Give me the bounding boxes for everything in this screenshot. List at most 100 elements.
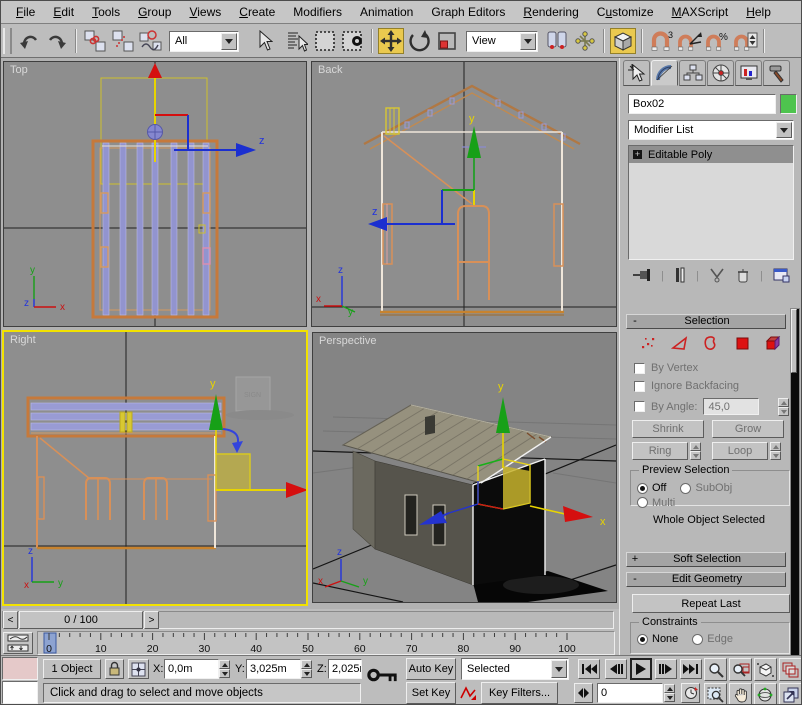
percent-snap-button[interactable]: % — [704, 28, 730, 54]
select-by-name-button[interactable] — [284, 28, 310, 54]
pin-stack-button[interactable] — [632, 267, 652, 286]
tab-motion[interactable] — [707, 60, 734, 86]
edit-geometry-collapse-sign[interactable]: - — [627, 573, 643, 586]
open-mini-curve-editor-button[interactable] — [3, 632, 33, 654]
ignore-backfacing-checkbox[interactable] — [634, 381, 645, 392]
select-and-manipulate-button[interactable] — [572, 28, 598, 54]
key-mode-toggle-button[interactable] — [574, 683, 593, 703]
select-and-link-button[interactable] — [82, 28, 108, 54]
right-viewport-canvas[interactable]: SIGN — [4, 332, 306, 604]
top-viewport-canvas[interactable]: z y z x — [4, 62, 306, 326]
object-color-swatch[interactable] — [780, 94, 797, 114]
x-coordinate-field[interactable]: 0,0m — [164, 659, 219, 679]
ring-button[interactable]: Ring — [632, 442, 688, 460]
x-spinner[interactable] — [219, 660, 230, 678]
border-subobject-button[interactable] — [703, 336, 719, 354]
next-frame-slider-button[interactable]: > — [144, 611, 159, 629]
selected-filter-dropdown[interactable]: Selected — [461, 658, 569, 680]
stack-expand-icon[interactable] — [633, 150, 642, 159]
selection-collapse-sign[interactable]: - — [627, 315, 643, 328]
set-key-button[interactable]: Set Key — [406, 682, 456, 704]
selected-filter-arrow[interactable] — [551, 660, 567, 678]
make-unique-button[interactable] — [708, 267, 726, 286]
go-to-start-button[interactable] — [578, 659, 600, 679]
reference-coordinate-arrow[interactable] — [520, 33, 536, 50]
menu-graph-editors[interactable]: Graph Editors — [422, 1, 514, 24]
preview-option-subobj[interactable]: SubObj — [680, 482, 732, 494]
time-slider-handle[interactable]: 0 / 100 — [19, 611, 143, 629]
top-viewport[interactable]: z y z x Top — [3, 61, 307, 327]
snaps-toggle-button[interactable]: 3 — [648, 28, 674, 54]
back-viewport-canvas[interactable]: z y z x y — [312, 62, 616, 326]
select-and-rotate-button[interactable] — [406, 28, 432, 54]
maxscript-mini-listener-white[interactable] — [2, 681, 38, 704]
polygon-subobject-button[interactable] — [735, 336, 750, 354]
tab-display[interactable] — [735, 60, 762, 86]
perspective-viewport-canvas[interactable]: y x z x y — [313, 333, 616, 602]
modifier-list-arrow[interactable] — [776, 122, 792, 138]
spinner-snap-button[interactable] — [732, 28, 758, 54]
soft-selection-collapse-sign[interactable]: + — [627, 553, 643, 566]
loop-spinner[interactable] — [770, 442, 781, 460]
min-max-toggle-button[interactable] — [779, 683, 802, 705]
panel-scrollbar-thumb[interactable] — [791, 309, 797, 373]
remove-modifier-button[interactable] — [735, 267, 751, 286]
selection-lock-toggle[interactable] — [105, 659, 124, 679]
arc-rotate-button[interactable] — [754, 683, 777, 705]
time-configuration-button[interactable] — [681, 683, 700, 703]
unlink-selection-button[interactable] — [110, 28, 136, 54]
preview-radio-multi[interactable] — [637, 497, 648, 508]
back-viewport[interactable]: z y z x y Back — [311, 61, 617, 327]
menu-maxscript[interactable]: MAXScript — [663, 1, 738, 24]
by-angle-spinner[interactable] — [778, 398, 789, 416]
stack-item-editable-poly[interactable]: Editable Poly — [629, 146, 793, 163]
play-animation-button[interactable] — [630, 658, 652, 680]
zoom-extents-button[interactable] — [754, 658, 777, 681]
modifier-list-dropdown[interactable]: Modifier List — [628, 120, 794, 140]
zoom-extents-all-button[interactable] — [779, 658, 802, 681]
menu-views[interactable]: Views — [180, 1, 230, 24]
grow-button[interactable]: Grow — [712, 420, 784, 438]
menu-edit[interactable]: Edit — [44, 1, 83, 24]
constraint-radio-edge[interactable] — [692, 634, 703, 645]
constraint-option-none[interactable]: None — [637, 633, 678, 645]
menu-customize[interactable]: Customize — [588, 1, 663, 24]
element-subobject-button[interactable] — [765, 336, 782, 354]
perspective-viewport[interactable]: y x z x y Perspective — [312, 332, 617, 603]
constraint-option-edge[interactable]: Edge — [692, 633, 733, 645]
previous-frame-slider-button[interactable]: < — [3, 611, 18, 629]
right-viewport-label[interactable]: Right — [10, 334, 36, 346]
angle-snap-button[interactable] — [676, 28, 702, 54]
tab-create[interactable] — [623, 60, 650, 86]
panel-scrollbar[interactable] — [790, 308, 800, 657]
key-filters-button[interactable]: Key Filters... — [481, 682, 558, 704]
selection-rollout-header[interactable]: - Selection — [626, 314, 786, 329]
select-and-scale-button[interactable] — [434, 28, 460, 54]
constraint-radio-none[interactable] — [637, 634, 648, 645]
shrink-button[interactable]: Shrink — [632, 420, 704, 438]
tab-modify[interactable] — [651, 60, 678, 86]
ring-spinner[interactable] — [690, 442, 701, 460]
keyboard-shortcut-override-button[interactable] — [610, 28, 636, 54]
auto-key-button[interactable]: Auto Key — [406, 658, 456, 680]
by-angle-field[interactable]: 45,0 — [703, 398, 759, 415]
z-coordinate-field[interactable]: 2,025m — [328, 659, 362, 679]
y-coordinate-field[interactable]: 3,025m — [246, 659, 301, 679]
pan-view-button[interactable] — [729, 683, 752, 705]
toolbar-grip[interactable] — [3, 28, 12, 54]
modifier-stack-list[interactable]: Editable Poly — [628, 145, 794, 260]
redo-button[interactable] — [44, 28, 70, 54]
top-viewport-label[interactable]: Top — [10, 64, 28, 76]
by-angle-checkbox[interactable] — [634, 401, 645, 412]
menu-animation[interactable]: Animation — [351, 1, 422, 24]
loop-button[interactable]: Loop — [712, 442, 768, 460]
right-viewport[interactable]: SIGN — [2, 330, 308, 606]
menu-group[interactable]: Group — [129, 1, 180, 24]
vertex-subobject-button[interactable] — [640, 336, 656, 354]
tab-utilities[interactable] — [763, 60, 790, 86]
previous-frame-button[interactable] — [605, 659, 627, 679]
preview-option-multi[interactable]: Multi — [637, 497, 675, 509]
go-to-end-button[interactable] — [680, 659, 702, 679]
maxscript-mini-listener-pink[interactable] — [2, 657, 38, 680]
repeat-last-button[interactable]: Repeat Last — [632, 594, 790, 613]
